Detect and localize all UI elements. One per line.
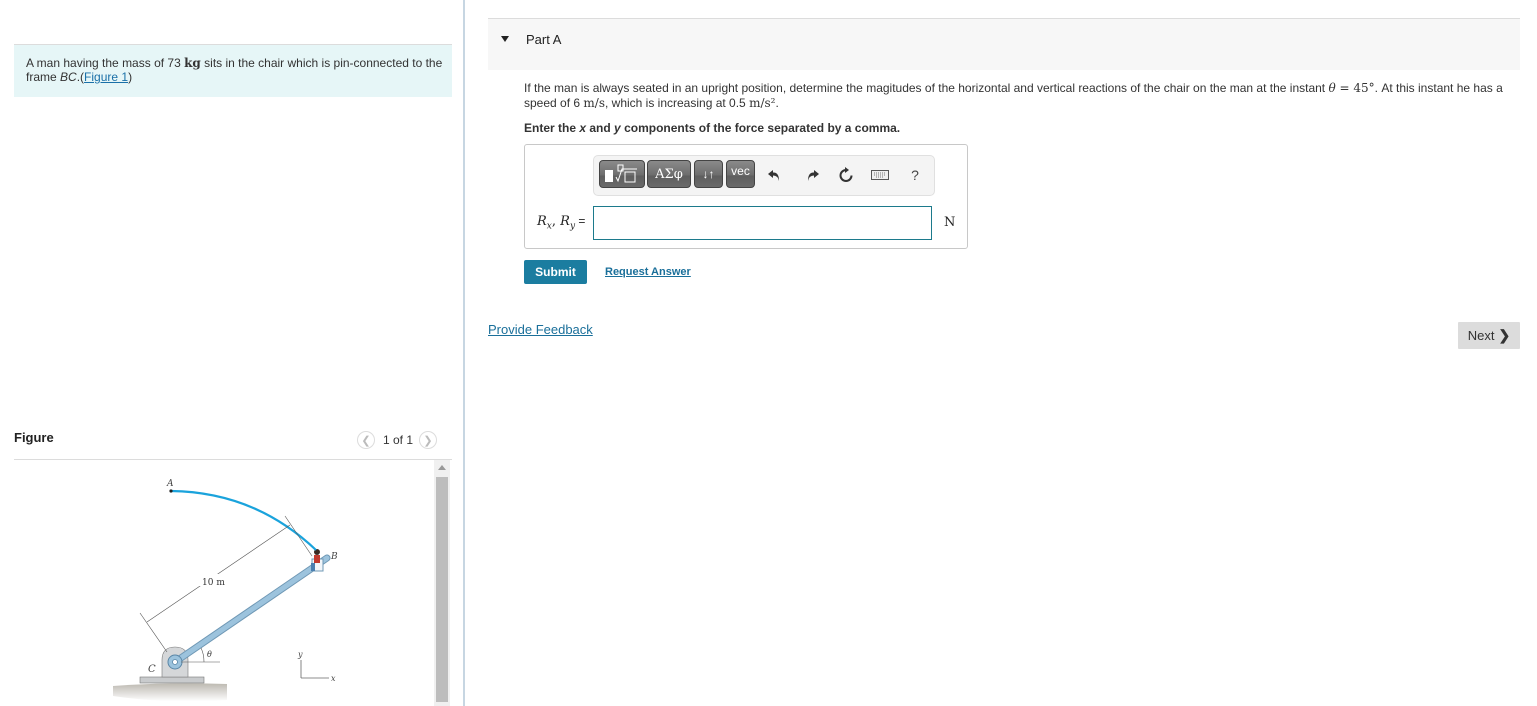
- chevron-right-icon: ❯: [1498, 327, 1511, 343]
- intro-text: A man having the mass of 73: [26, 56, 185, 70]
- problem-intro-box: A man having the mass of 73 kg sits in t…: [14, 45, 452, 97]
- figure-divider: [14, 459, 452, 460]
- figure-title: Figure: [14, 430, 54, 445]
- problem-pane: A man having the mass of 73 kg sits in t…: [0, 0, 464, 706]
- pane-divider[interactable]: [463, 0, 465, 706]
- extension-line-b: [284, 515, 313, 557]
- label-c: C: [148, 664, 156, 675]
- vector-button[interactable]: vec: [726, 160, 755, 188]
- part-title: Part A: [526, 32, 562, 47]
- theta-arc: [200, 647, 205, 663]
- man-legs: [311, 563, 315, 571]
- question-part-3: , which is increasing at 0.5: [604, 96, 750, 110]
- answer-input[interactable]: [593, 206, 932, 240]
- math-toolbar: ΑΣφ ↓↑ vec ?: [593, 155, 935, 196]
- dimension-label: 10 m: [202, 578, 225, 588]
- angle-value: 45°: [1353, 81, 1375, 95]
- point-a: [169, 489, 173, 493]
- extension-line-c: [139, 612, 168, 653]
- pin-c-hole: [172, 659, 178, 665]
- label-b: B: [330, 552, 338, 562]
- templates-button[interactable]: [599, 160, 645, 188]
- undo-icon[interactable]: [764, 165, 784, 185]
- redo-icon[interactable]: [803, 165, 823, 185]
- label-sep: ,: [551, 214, 561, 229]
- instruction-text: Enter the x and y components of the forc…: [524, 121, 900, 135]
- part-a-header[interactable]: Part A: [488, 19, 1520, 70]
- label-r1: R: [537, 214, 547, 229]
- accel-unit: m/s²: [749, 96, 776, 110]
- dimension-line: [146, 524, 291, 623]
- figure-prev-button[interactable]: ❮: [357, 431, 375, 449]
- caret-down-icon[interactable]: [501, 36, 509, 42]
- speed-unit: m/s: [583, 96, 605, 110]
- base-plate: [139, 676, 205, 684]
- label-eq: =: [575, 214, 586, 228]
- answer-label: Rx, Ry =: [537, 214, 585, 232]
- scrollbar-thumb[interactable]: [436, 477, 448, 702]
- figure-link[interactable]: Figure 1: [84, 70, 128, 84]
- y-axis-label: y: [297, 650, 303, 659]
- figure-diagram: 10 m θ A B C y x: [113, 479, 338, 702]
- provide-feedback-link[interactable]: Provide Feedback: [488, 322, 593, 337]
- submit-button[interactable]: Submit: [524, 260, 587, 284]
- figure-page-count: 1 of 1: [383, 433, 414, 447]
- subscript-superscript-button[interactable]: ↓↑: [694, 160, 723, 188]
- figure-pager: ❮ 1 of 1 ❯: [357, 430, 438, 450]
- figure-next-button[interactable]: ❯: [419, 431, 438, 449]
- man-body: [314, 555, 320, 563]
- chevron-right-icon: ❯: [423, 434, 433, 447]
- chevron-left-icon: ❮: [361, 434, 371, 447]
- question-part-1: If the man is always seated in an uprigh…: [524, 81, 1329, 95]
- intro-punct-close: ): [128, 70, 133, 84]
- help-button[interactable]: ?: [905, 165, 925, 185]
- arm-bc: [172, 555, 330, 665]
- scroll-up-icon[interactable]: [438, 465, 446, 470]
- next-label: Next: [1467, 328, 1495, 343]
- theta-symbol: θ: [1328, 81, 1336, 95]
- instruction-pre: Enter the: [524, 121, 580, 135]
- next-button[interactable]: Next ❯: [1458, 322, 1520, 349]
- intro-punct: .(: [76, 70, 85, 84]
- theta-label: θ: [207, 650, 212, 659]
- templates-icon: [605, 164, 637, 183]
- frame-label: BC: [60, 70, 77, 84]
- request-answer-link[interactable]: Request Answer: [605, 266, 691, 278]
- question-text: If the man is always seated in an uprigh…: [524, 81, 1524, 111]
- answer-unit: N: [944, 215, 956, 230]
- mass-unit: kg: [184, 56, 201, 70]
- answer-box: ΑΣφ ↓↑ vec ? Rx, Ry = N: [524, 144, 968, 249]
- label-a: A: [166, 479, 174, 489]
- label-r2: R: [560, 214, 570, 229]
- instruction-y: y: [614, 121, 621, 135]
- reset-icon[interactable]: [836, 165, 856, 185]
- figure-scrollbar[interactable]: [434, 460, 450, 706]
- equals-sign: =: [1335, 81, 1354, 95]
- keyboard-icon[interactable]: [870, 165, 890, 185]
- greek-symbols-button[interactable]: ΑΣφ: [647, 160, 691, 188]
- path-arc: [170, 489, 317, 551]
- x-axis-label: x: [331, 674, 336, 683]
- instruction-post: components of the force separated by a c…: [620, 121, 901, 135]
- instruction-and: and: [586, 121, 615, 135]
- question-part-4: .: [775, 96, 779, 110]
- ground: [113, 683, 227, 702]
- problem-statement: A man having the mass of 73 kg sits in t…: [26, 56, 446, 84]
